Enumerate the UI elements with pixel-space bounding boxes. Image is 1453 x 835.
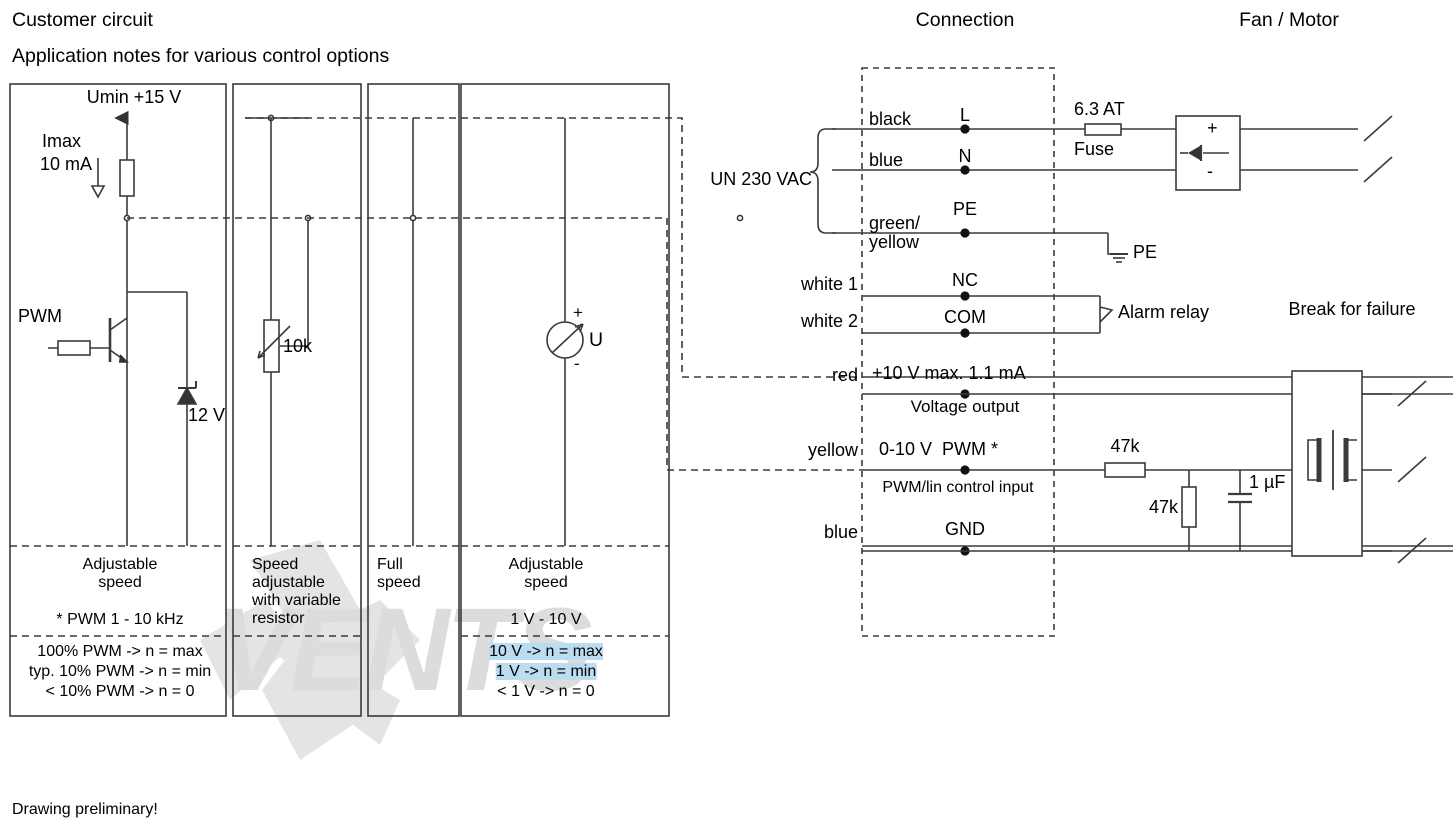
label-pot-10k: 10k — [283, 336, 313, 356]
caption-panel1-l2: speed — [98, 574, 142, 591]
wire-label-white-1: white 1 — [800, 274, 858, 294]
terminal-sub-control-input: PWM/lin control input — [882, 479, 1034, 496]
caption-panel3-l2: speed — [377, 574, 421, 591]
label-mains-voltage: UN 230 VAC — [710, 169, 812, 189]
label-imax: Imax — [42, 131, 82, 151]
label-umin-supply: Umin +15 V — [86, 87, 182, 107]
potentiometer-wiper-wire — [280, 218, 309, 347]
pullup-resistor — [119, 159, 135, 197]
rule-voltage-3: < 1 V -> n = 0 — [497, 683, 595, 700]
label-pe-ground: PE — [1133, 242, 1158, 262]
label-rectifier-minus: - — [1207, 161, 1213, 181]
label-shunt-47k: 47k — [1148, 497, 1178, 517]
terminal-label-10v: +10 V max. 1.1 mA — [872, 363, 1026, 383]
base-resistor — [57, 340, 91, 356]
transistor-emitter-arrow — [119, 354, 129, 363]
footer-note: Drawing preliminary! — [12, 801, 158, 818]
label-fuse-rating: 6.3 AT — [1074, 99, 1125, 119]
label-source-minus: - — [574, 354, 580, 373]
node-fullspeed — [409, 214, 417, 222]
header-connection: Connection — [915, 9, 1015, 31]
lead-slash-1 — [1363, 115, 1393, 142]
potentiometer-body — [263, 319, 280, 373]
header-fan-motor: Fan / Motor — [1239, 9, 1339, 31]
transistor-collector-leg — [109, 317, 128, 331]
fuse-body — [1084, 123, 1122, 136]
zener-diode-triangle — [176, 386, 198, 405]
caption-panel2-l2: adjustable — [252, 574, 325, 591]
terminal-label-pwm: 0-10 V PWM * — [879, 439, 999, 459]
label-source-plus: + — [573, 303, 583, 322]
terminal-label-NC: NC — [952, 270, 978, 290]
label-series-47k: 47k — [1110, 436, 1140, 456]
wire-label-red: red — [831, 365, 858, 385]
mains-brace — [809, 128, 836, 234]
node-rail-a — [736, 214, 744, 222]
label-capacitor-1uf: 1 µF — [1249, 472, 1286, 492]
terminal-label-COM: COM — [944, 307, 986, 327]
wire-label-black: black — [869, 109, 912, 129]
lead-slash-2 — [1363, 156, 1393, 183]
wire-label-blue-gnd: blue — [823, 522, 858, 542]
label-zener-12v: 12 V — [188, 405, 226, 425]
caption-panel3-l1: Full — [377, 556, 403, 573]
motor-slash-2 — [1397, 456, 1427, 483]
motor-block — [1291, 370, 1363, 557]
caption-panel4-l1: Adjustable — [508, 556, 584, 573]
wire-label-white-2: white 2 — [800, 311, 858, 331]
header-application-notes: Application notes for various control op… — [12, 45, 390, 67]
caption-panel2-l1: Speed — [252, 556, 299, 573]
rule-pwm-2: typ. 10% PWM -> n = min — [28, 663, 212, 680]
rule-pwm-3: < 10% PWM -> n = 0 — [45, 683, 195, 700]
pe-wire — [1107, 233, 1124, 255]
rail-plus15-dashed — [127, 217, 862, 471]
rule-pwm-1: 100% PWM -> n = max — [37, 643, 203, 660]
alarm-relay-tick — [1099, 306, 1114, 323]
header-customer-circuit: Customer circuit — [12, 9, 153, 31]
caption-panel4-l2: speed — [524, 574, 568, 591]
terminal-label-GND: GND — [945, 519, 985, 539]
label-source-u: U — [589, 329, 604, 351]
rule-voltage-2: 1 V -> n = min — [495, 663, 597, 681]
label-imax-value: 10 mA — [40, 154, 93, 174]
terminal-label-N: N — [958, 146, 972, 166]
note-pwm-frequency: * PWM 1 - 10 kHz — [56, 611, 184, 628]
label-fuse: Fuse — [1074, 139, 1115, 159]
wire-label-yellow: yellow — [807, 440, 858, 460]
series-resistor-47k — [1104, 462, 1146, 478]
caption-panel2-l3: with variable — [252, 592, 341, 609]
label-pwm-input: PWM — [18, 306, 62, 326]
caption-panel1-l1: Adjustable — [82, 556, 158, 573]
terminal-sub-voltage-output: Voltage output — [910, 397, 1020, 416]
caption-panel2-l4: resistor — [252, 610, 305, 627]
label-rectifier-plus: + — [1207, 118, 1218, 138]
shunt-resistor-47k — [1181, 486, 1197, 528]
wire-label-green: green/ — [869, 213, 921, 233]
wire-label-yellow-pe: yellow — [869, 232, 920, 252]
imax-arrow-head — [90, 185, 106, 199]
wire-label-blue-n: blue — [869, 150, 904, 170]
label-break-for-failure: Break for failure — [1288, 299, 1416, 319]
rule-voltage-1: 10 V -> n = max — [489, 643, 603, 661]
terminal-label-L: L — [959, 105, 971, 125]
diagram-canvas: VENTS Customer circuit Application notes… — [0, 0, 1453, 835]
label-alarm-relay: Alarm relay — [1118, 302, 1210, 322]
note-voltage-range: 1 V - 10 V — [510, 611, 582, 628]
terminal-label-PE: PE — [952, 199, 978, 219]
